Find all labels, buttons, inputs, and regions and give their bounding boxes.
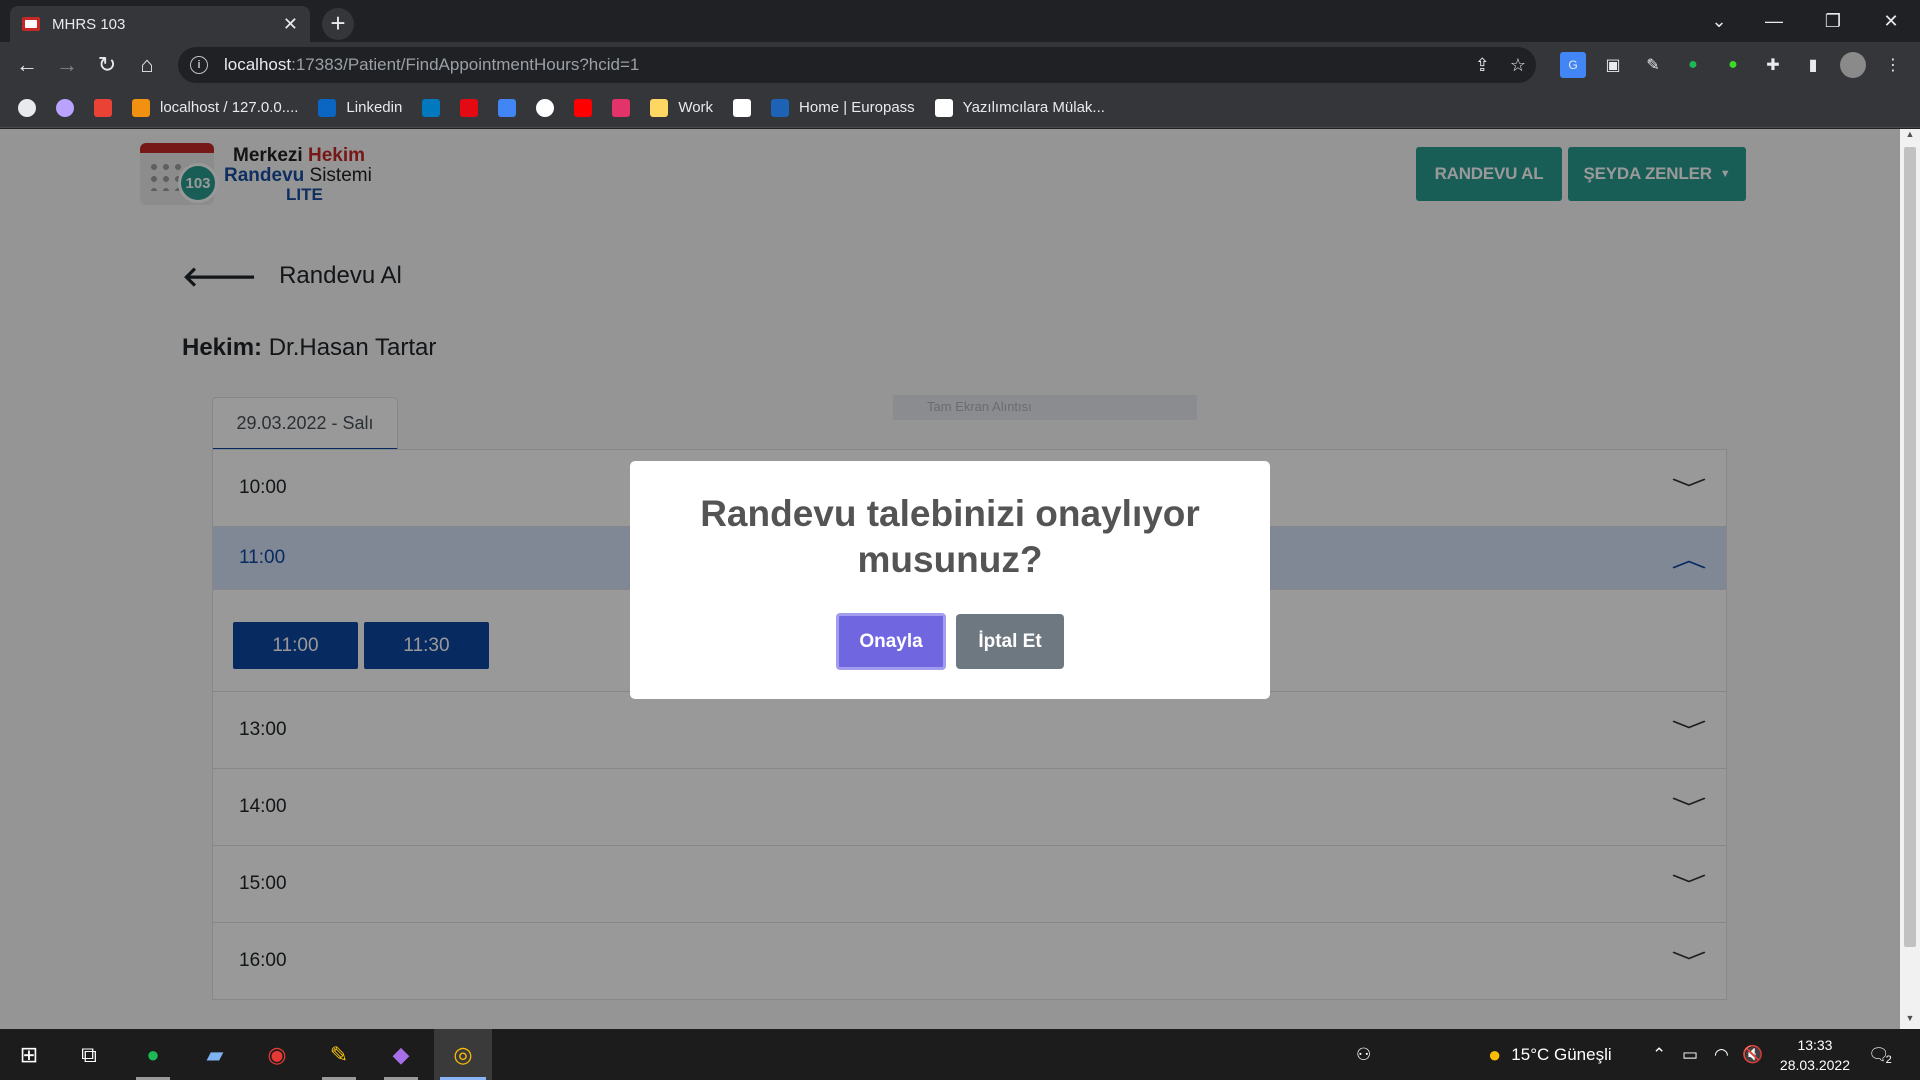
people-icon[interactable]: ⚇ — [1356, 1029, 1371, 1080]
bookmark-item[interactable] — [94, 98, 112, 117]
wifi-icon[interactable]: ◠ — [1714, 1029, 1729, 1080]
browser-titlebar: MHRS 103 ✕ + ⌄ — ❐ ✕ — [0, 0, 1920, 42]
volume-muted-icon[interactable]: 🔇 — [1742, 1029, 1763, 1080]
url-path: :17383/Patient/FindAppointmentHours?hcid… — [291, 55, 640, 74]
circle-icon — [56, 98, 74, 117]
extensions-puzzle-icon[interactable]: ✚ — [1760, 52, 1786, 78]
bookmarks-bar: localhost / 127.0.0.... Linkedin Work Home … — [0, 88, 1920, 128]
translate-extension-icon[interactable]: G — [1560, 52, 1586, 78]
restore-icon[interactable]: ❐ — [1804, 0, 1862, 42]
globe-icon — [18, 98, 36, 117]
windows-taskbar: ⊞ ⧉ ● ▰ ◉ ✎ ◆ ◎ ⚇ ● 15°C Güneşli ⌃ ▭ ◠ 🔇… — [0, 1029, 1920, 1080]
confirm-dialog: Randevu talebinizi onaylıyor musunuz? On… — [630, 461, 1270, 699]
bookmark-item[interactable]: Linkedin — [318, 98, 403, 117]
weather-widget[interactable]: ● 15°C Güneşli — [1488, 1029, 1612, 1080]
taskbar-clock[interactable]: 13:33 28.03.2022 — [1780, 1035, 1850, 1075]
bookmark-label: Work — [678, 99, 714, 116]
task-view-icon[interactable]: ⧉ — [60, 1029, 118, 1080]
dialog-message: Randevu talebinizi onaylıyor musunuz? — [700, 493, 1200, 580]
drawing-app-icon[interactable]: ✎ — [310, 1029, 368, 1080]
close-tab-icon[interactable]: ✕ — [283, 14, 298, 35]
side-panel-icon[interactable]: ▮ — [1800, 52, 1826, 78]
weather-text: 15°C Güneşli — [1511, 1044, 1612, 1064]
antivirus-icon[interactable]: ◉ — [248, 1029, 306, 1080]
bookmark-item[interactable] — [536, 98, 555, 117]
bookmark-item[interactable] — [498, 98, 517, 117]
confirm-button[interactable]: Onayla — [836, 613, 946, 670]
page-viewport: 103 Merkezi Hekim Randevu Sistemi LITE R… — [0, 129, 1900, 1029]
url-host: localhost — [224, 55, 292, 74]
battery-icon[interactable]: ▭ — [1682, 1029, 1698, 1080]
bookmark-item[interactable]: Work — [650, 98, 714, 117]
windows-start-icon[interactable]: ⊞ — [0, 1029, 58, 1080]
notifications-icon[interactable]: 🗨 2 — [1868, 1029, 1892, 1080]
bookmark-item[interactable] — [612, 98, 631, 117]
clock-time: 13:33 — [1797, 1037, 1833, 1053]
netflix-icon — [460, 98, 479, 117]
scroll-down-icon[interactable]: ▼ — [1900, 1013, 1920, 1029]
folder-icon — [650, 98, 669, 117]
gmail-icon — [94, 98, 112, 117]
sun-icon: ● — [1488, 1041, 1502, 1067]
address-bar[interactable]: i localhost:17383/Patient/FindAppointmen… — [178, 47, 1536, 83]
bookmark-item[interactable] — [422, 98, 441, 117]
europass-icon — [771, 98, 790, 117]
youtube-icon — [574, 98, 593, 117]
back-arrow-icon[interactable]: ← — [12, 50, 42, 80]
bookmark-item[interactable]: Yazılımcılara Mülak... — [934, 98, 1105, 117]
bookmark-item[interactable] — [574, 98, 593, 117]
forward-arrow-icon[interactable]: → — [52, 50, 82, 80]
bookmark-item[interactable] — [56, 98, 74, 117]
bookmark-label: Yazılımcılara Mülak... — [962, 99, 1105, 116]
codepen-icon — [733, 98, 752, 117]
bookmark-item[interactable]: Home | Europass — [771, 98, 915, 117]
bionluk-icon — [612, 98, 631, 117]
github-icon — [536, 98, 555, 117]
bookmark-label: Linkedin — [346, 99, 403, 116]
tab-title: MHRS 103 — [52, 15, 126, 33]
scrollbar-thumb[interactable] — [1904, 147, 1916, 947]
visual-studio-icon[interactable]: ◆ — [372, 1029, 430, 1080]
browser-tab[interactable]: MHRS 103 ✕ — [10, 6, 310, 42]
phpmyadmin-icon — [132, 98, 150, 117]
linkedin-icon — [318, 98, 337, 117]
bookmark-item[interactable] — [733, 98, 752, 117]
profile-avatar[interactable] — [1840, 52, 1866, 78]
trello-icon — [422, 98, 441, 117]
bookmark-label: localhost / 127.0.0.... — [160, 99, 299, 116]
translate-icon — [498, 98, 517, 117]
clock-date: 28.03.2022 — [1779, 1057, 1850, 1073]
new-tab-button[interactable]: + — [322, 8, 354, 40]
mhrs-favicon-icon — [22, 17, 40, 31]
chrome-icon[interactable]: ◎ — [434, 1029, 492, 1080]
spotify-icon[interactable]: ● — [124, 1029, 182, 1080]
reload-icon[interactable]: ↻ — [92, 50, 122, 80]
share-icon[interactable]: ⇪ — [1475, 55, 1490, 76]
dev-extension-icon[interactable]: ✎ — [1640, 52, 1666, 78]
bookmark-item[interactable] — [460, 98, 479, 117]
page-scrollbar[interactable]: ▲ ▼ — [1900, 129, 1920, 1029]
browser-toolbar: ← → ↻ ⌂ i localhost:17383/Patient/FindAp… — [0, 42, 1920, 88]
bookmark-item[interactable] — [18, 98, 36, 117]
bookmark-label: Home | Europass — [799, 99, 915, 116]
cancel-button[interactable]: İptal Et — [956, 614, 1064, 669]
home-icon[interactable]: ⌂ — [132, 50, 162, 80]
scroll-up-icon[interactable]: ▲ — [1900, 129, 1920, 145]
browser-menu-icon[interactable]: ⋮ — [1880, 52, 1906, 78]
green-shield-extension-icon[interactable]: ● — [1680, 52, 1706, 78]
minimize-icon[interactable]: — — [1745, 0, 1803, 42]
bookmark-item[interactable]: localhost / 127.0.0.... — [132, 98, 299, 117]
window-close-icon[interactable]: ✕ — [1862, 0, 1920, 42]
notification-count: 2 — [1885, 1053, 1892, 1066]
site-info-icon[interactable]: i — [190, 56, 208, 74]
bookmark-star-icon[interactable]: ☆ — [1510, 55, 1526, 76]
page-icon — [934, 98, 953, 117]
thumbs-up-extension-icon[interactable]: ● — [1720, 52, 1746, 78]
tab-search-icon[interactable]: ⌄ — [1690, 0, 1748, 42]
explorer-icon[interactable]: ▰ — [186, 1029, 244, 1080]
tray-chevron-icon[interactable]: ⌃ — [1652, 1029, 1666, 1080]
notion-extension-icon[interactable]: ▣ — [1600, 52, 1626, 78]
